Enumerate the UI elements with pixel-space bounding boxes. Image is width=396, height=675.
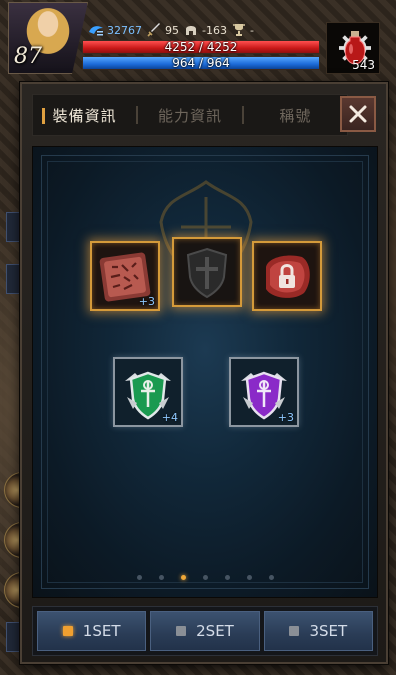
stats-row: 32767 95 -163 - bbox=[88, 20, 254, 40]
mp-text: 964 / 964 bbox=[172, 56, 230, 70]
helmet-icon bbox=[186, 26, 196, 35]
page-dot-active[interactable] bbox=[180, 575, 186, 580]
trophy-stat: - bbox=[231, 22, 254, 38]
attack-value: 95 bbox=[165, 23, 179, 37]
attack-stat: 95 bbox=[146, 22, 179, 38]
equipment-display: +3 +4 +3 bbox=[32, 146, 378, 598]
set-indicator bbox=[289, 626, 300, 636]
mp-bar: 964 / 964 bbox=[82, 56, 320, 70]
active-tab-marker bbox=[42, 108, 45, 124]
set-indicator bbox=[176, 626, 187, 636]
tab-label: 稱號 bbox=[279, 106, 312, 125]
wing-exp-icon bbox=[89, 26, 103, 36]
equipment-slot-rune-tablet[interactable]: +3 bbox=[90, 241, 160, 311]
tab-ability-info[interactable]: 能力資訊 bbox=[138, 95, 241, 135]
page-dot[interactable] bbox=[136, 575, 142, 580]
exp-value: 32767 bbox=[107, 23, 142, 37]
equipment-set-selector: 1SET 2SET 3SET bbox=[32, 606, 378, 656]
potion-quickslot[interactable]: 543 bbox=[326, 22, 380, 74]
page-dot[interactable] bbox=[246, 575, 252, 580]
character-level: 87 bbox=[14, 44, 42, 69]
page-dot[interactable] bbox=[202, 575, 208, 580]
equipment-slot-green-emblem[interactable]: +4 bbox=[113, 357, 183, 427]
tab-title[interactable]: 稱號 bbox=[244, 95, 347, 135]
equipment-slot-locked[interactable] bbox=[252, 241, 322, 311]
page-indicator bbox=[33, 575, 377, 580]
set-1-button[interactable]: 1SET bbox=[37, 611, 147, 651]
trophy-value: - bbox=[249, 23, 254, 37]
equipment-slot-empty[interactable] bbox=[172, 237, 242, 307]
set-indicator bbox=[62, 626, 73, 636]
page-dot[interactable] bbox=[158, 575, 164, 580]
player-hud: 87 32767 95 -163 - 4252 / 4252 964 / 964… bbox=[0, 0, 396, 78]
set-2-button[interactable]: 2SET bbox=[150, 611, 260, 651]
locked-slot-icon bbox=[266, 255, 310, 298]
close-icon bbox=[349, 105, 367, 123]
tab-label: 能力資訊 bbox=[157, 106, 222, 125]
equipment-info-panel: 裝備資訊 能力資訊 稱號 +3 +4 +3 1SET 2SET 3SET bbox=[20, 82, 388, 664]
hp-bar: 4252 / 4252 bbox=[82, 40, 320, 54]
trophy-icon bbox=[232, 24, 245, 36]
potion-count: 543 bbox=[352, 58, 375, 72]
hp-text: 4252 / 4252 bbox=[164, 40, 238, 54]
set-label: 1SET bbox=[82, 622, 121, 640]
exp-stat: 32767 bbox=[88, 22, 142, 38]
set-3-button[interactable]: 3SET bbox=[263, 611, 373, 651]
tab-equipment-info[interactable]: 裝備資訊 bbox=[33, 95, 136, 135]
defense-value: -163 bbox=[202, 23, 227, 37]
equipment-slot-purple-emblem[interactable]: +3 bbox=[229, 357, 299, 427]
defense-stat: -163 bbox=[183, 22, 227, 38]
tab-label: 裝備資訊 bbox=[52, 106, 117, 125]
panel-tab-bar: 裝備資訊 能力資訊 稱號 bbox=[32, 94, 348, 136]
empty-shield-icon bbox=[186, 247, 228, 299]
close-button[interactable] bbox=[340, 96, 376, 132]
set-label: 2SET bbox=[196, 622, 234, 640]
page-dot[interactable] bbox=[268, 575, 274, 580]
enhance-level: +4 bbox=[161, 411, 178, 424]
page-dot[interactable] bbox=[224, 575, 230, 580]
enhance-level: +3 bbox=[277, 411, 294, 424]
enhance-level: +3 bbox=[138, 295, 155, 308]
set-label: 3SET bbox=[309, 622, 348, 640]
sword-icon bbox=[147, 23, 160, 37]
